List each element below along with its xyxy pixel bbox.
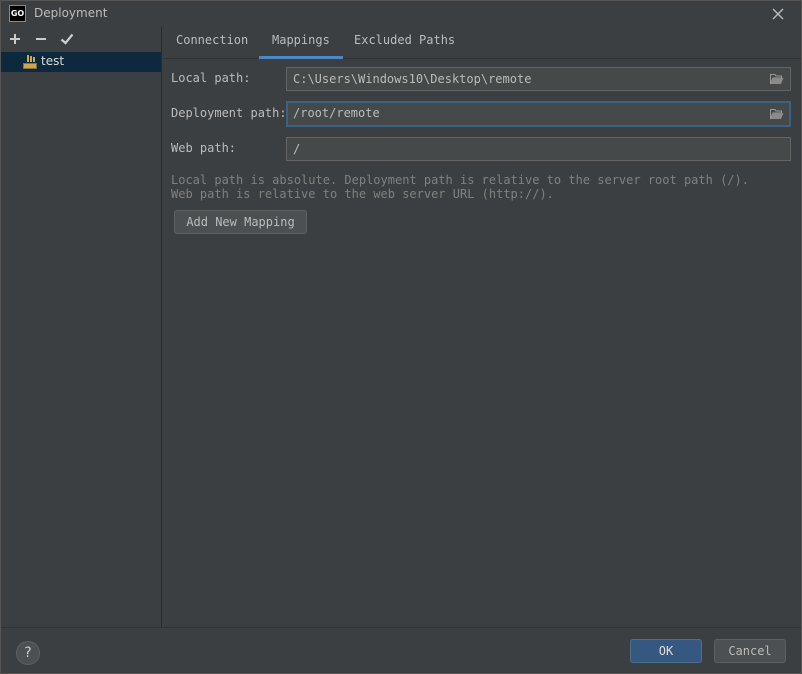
web-path-field[interactable]: / (286, 137, 791, 161)
server-item-test[interactable]: test (1, 52, 161, 72)
web-path-label: Web path: (171, 141, 237, 155)
remove-icon[interactable] (33, 31, 49, 47)
mapping-help-text: Local path is absolute. Deployment path … (171, 173, 749, 201)
title-bar: GO Deployment (1, 1, 801, 27)
tab-bar: Connection Mappings Excluded Paths (163, 27, 801, 59)
ok-button[interactable]: OK (630, 639, 702, 663)
deployment-path-value: /root/remote (293, 106, 380, 120)
local-path-label: Local path: (171, 71, 251, 85)
server-list-toolbar (1, 27, 161, 51)
window-title: Deployment (34, 6, 108, 20)
deployment-path-field[interactable]: /root/remote (286, 101, 791, 127)
help-text-line: Web path is relative to the web server U… (171, 187, 554, 201)
checkmark-icon[interactable] (59, 31, 75, 47)
tab-connection[interactable]: Connection (163, 33, 261, 59)
settings-content: Connection Mappings Excluded Paths Local… (163, 27, 801, 627)
local-path-value: C:\Users\Windows10\Desktop\remote (293, 72, 532, 86)
add-new-mapping-button[interactable]: Add New Mapping (174, 210, 307, 234)
deployment-dialog: GO Deployment test Connection Mappings E… (0, 0, 802, 674)
add-icon[interactable] (7, 31, 23, 47)
sftp-server-icon (23, 55, 37, 69)
server-item-label: test (41, 54, 65, 68)
goland-app-icon: GO (9, 5, 26, 22)
folder-open-icon[interactable] (770, 108, 784, 120)
tab-mappings[interactable]: Mappings (259, 33, 343, 59)
web-path-value: / (293, 142, 301, 156)
help-button[interactable]: ? (16, 641, 40, 665)
local-path-field[interactable]: C:\Users\Windows10\Desktop\remote (286, 67, 791, 91)
cancel-button[interactable]: Cancel (714, 639, 786, 663)
server-list-panel: test (1, 27, 162, 627)
help-text-line: Local path is absolute. Deployment path … (171, 173, 749, 187)
close-icon[interactable] (769, 5, 787, 23)
deployment-path-label: Deployment path: (171, 106, 287, 120)
folder-open-icon[interactable] (770, 73, 784, 85)
tab-excluded-paths[interactable]: Excluded Paths (341, 33, 468, 59)
dialog-footer: ? OK Cancel (1, 627, 801, 673)
